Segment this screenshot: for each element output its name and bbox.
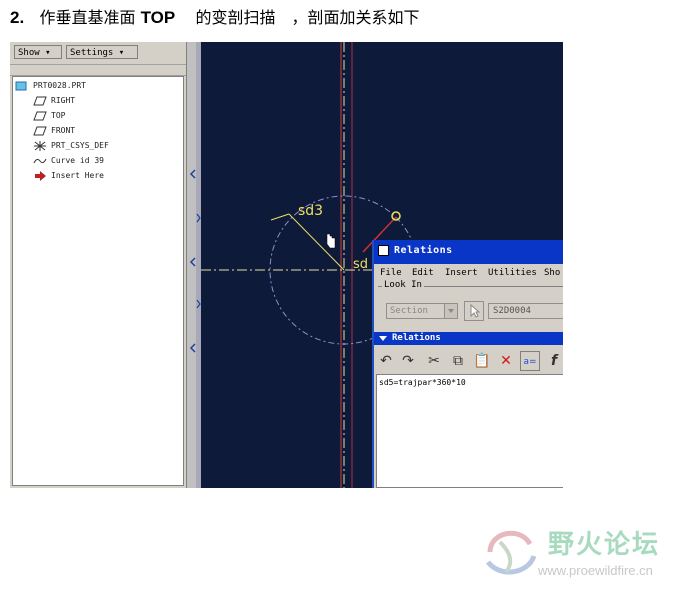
tree-item-part[interactable]: PRT0028.PRT	[15, 79, 86, 93]
look-in-select[interactable]: Section	[386, 303, 458, 319]
tree-item-csys[interactable]: PRT_CSYS_DEF	[33, 139, 109, 153]
delete-icon[interactable]: ✕	[496, 351, 516, 371]
cut-icon[interactable]: ✂	[424, 351, 444, 371]
relations-section-header[interactable]: Relations	[374, 332, 563, 345]
evaluate-icon[interactable]: a=	[520, 351, 540, 371]
curve-icon	[33, 158, 47, 163]
datum-plane-icon	[33, 96, 47, 105]
collapse-arrow-icon	[379, 336, 387, 341]
arrow-pointer-icon	[470, 303, 481, 318]
sd3-leader	[270, 213, 290, 221]
sketch-point	[391, 211, 401, 221]
function-icon[interactable]: f	[544, 351, 563, 371]
settings-button[interactable]: Settings ▾	[66, 45, 138, 59]
dim-label-sd3[interactable]: sd3	[298, 203, 323, 219]
dialog-title: Relations	[394, 245, 453, 256]
copy-icon[interactable]: ⧉	[448, 351, 468, 371]
chevron-down-icon	[444, 304, 457, 318]
heading-keyword: TOP	[140, 8, 176, 27]
heading-text-before: 作垂直基准面	[39, 8, 136, 27]
relations-editor[interactable]: sd5=trajpar*360*10	[376, 374, 563, 488]
look-in-value: S2D0004	[488, 303, 563, 319]
tree-item-insert-here[interactable]: Insert Here	[33, 169, 104, 183]
watermark-title: 野火论坛	[548, 530, 661, 560]
model-tree-panel: Show ▾ Settings ▾ PRT0028.PRT RIGHT TOP …	[10, 42, 186, 488]
dialog-titlebar[interactable]: Relations	[374, 240, 563, 264]
csys-icon	[34, 140, 46, 151]
window-icon	[378, 245, 389, 256]
insert-arrow-icon	[35, 170, 46, 181]
look-in-group: Look In Section S2D0004	[378, 280, 563, 327]
pick-button[interactable]	[464, 301, 484, 321]
show-button[interactable]: Show ▾	[14, 45, 62, 59]
forum-logo-icon	[486, 530, 537, 575]
proe-screenshot: Show ▾ Settings ▾ PRT0028.PRT RIGHT TOP …	[10, 42, 563, 488]
part-icon	[15, 81, 27, 90]
menu-insert[interactable]: Insert	[445, 268, 478, 278]
hand-cursor-icon	[326, 233, 336, 249]
model-tree: PRT0028.PRT RIGHT TOP FRONT PRT_CSYS_DEF…	[12, 76, 184, 486]
datum-plane-icon	[33, 111, 47, 120]
forum-watermark: 野火论坛 www.proewildfire.cn	[480, 522, 685, 584]
tree-header-strip	[10, 64, 186, 76]
menu-file[interactable]: File	[380, 268, 402, 278]
heading-text-after: 的变剖扫描 ，剖面加关系如下	[195, 8, 420, 27]
datum-plane-icon	[33, 126, 47, 135]
menu-edit[interactable]: Edit	[412, 268, 434, 278]
tree-item-front[interactable]: FRONT	[33, 124, 75, 138]
watermark-url: www.proewildfire.cn	[538, 563, 653, 578]
relations-toolbar: ↶ ↷ ✂ ⧉ 📋 ✕ a= f	[374, 348, 563, 374]
relations-section-title: Relations	[392, 333, 441, 343]
sd3-dimension-line	[288, 213, 345, 271]
relations-dialog: Relations File Edit Insert Utilities Sho…	[372, 240, 563, 488]
menu-utilities[interactable]: Utilities	[488, 268, 537, 278]
paste-icon[interactable]: 📋	[472, 351, 492, 371]
relation-text: sd5=trajpar*360*10	[379, 378, 466, 387]
menu-show[interactable]: Sho	[544, 268, 560, 278]
undo-icon[interactable]: ↶	[376, 351, 396, 371]
tree-item-curve[interactable]: Curve id 39	[33, 154, 104, 168]
tree-item-top[interactable]: TOP	[33, 109, 65, 123]
step-number: 2.	[10, 8, 25, 27]
model-tree-toolbar: Show ▾ Settings ▾	[10, 42, 186, 62]
redo-icon[interactable]: ↷	[398, 351, 418, 371]
look-in-label: Look In	[382, 280, 424, 290]
dim-label-sd5[interactable]: sd	[353, 257, 368, 272]
tree-item-right[interactable]: RIGHT	[33, 94, 75, 108]
step-heading: 2. 作垂直基准面 TOP 的变剖扫描 ，剖面加关系如下	[10, 4, 420, 28]
